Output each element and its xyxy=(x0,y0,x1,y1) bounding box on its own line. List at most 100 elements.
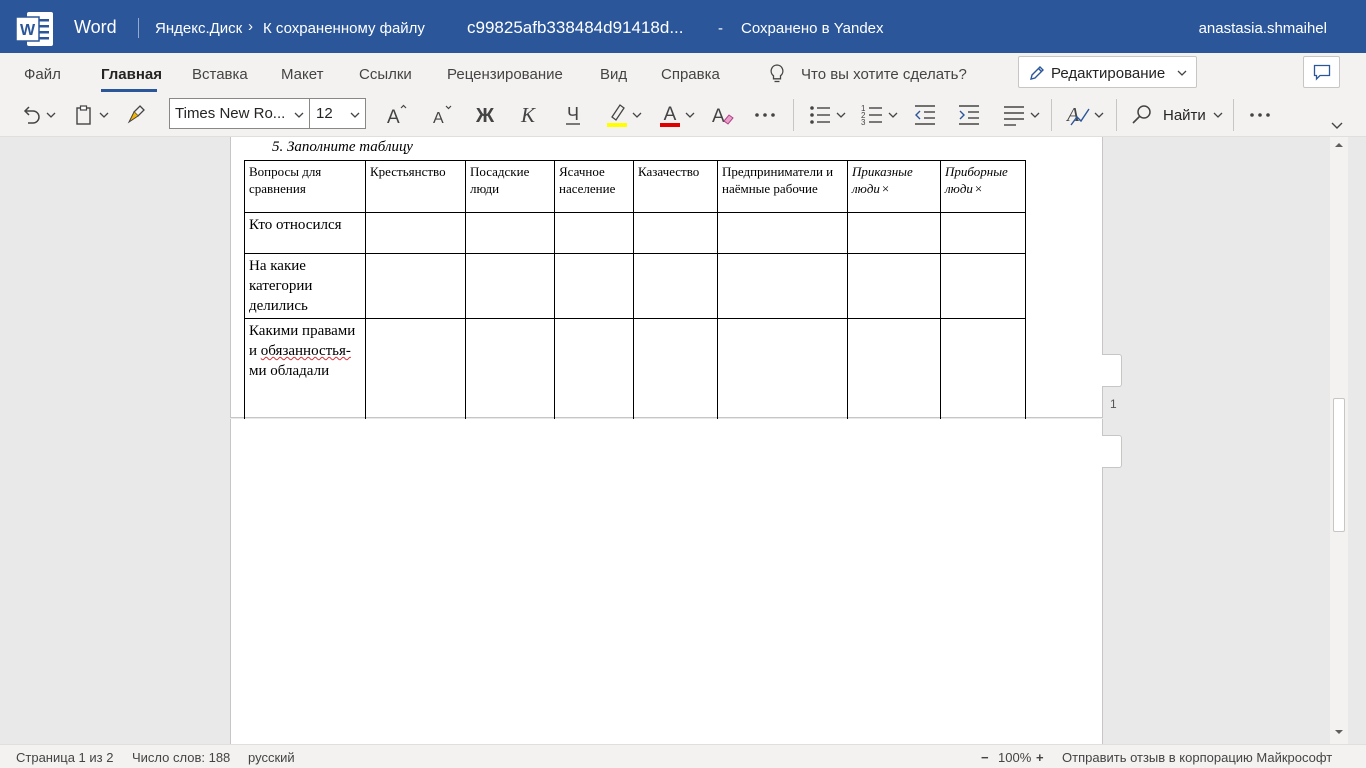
zoom-level[interactable]: 100% xyxy=(998,750,1031,765)
font-color-chevron-down-icon[interactable] xyxy=(684,101,696,129)
numbering-icon[interactable]: 1 2 3 xyxy=(860,101,884,129)
tab-file[interactable]: Файл xyxy=(24,66,61,83)
scroll-down-icon[interactable] xyxy=(1334,728,1344,736)
comments-button[interactable] xyxy=(1303,56,1340,88)
clipboard-icon[interactable] xyxy=(74,101,94,129)
table-cell[interactable] xyxy=(940,253,1026,319)
table-cell[interactable] xyxy=(365,318,466,420)
expand-ribbon-chevron-icon[interactable] xyxy=(1330,121,1344,131)
language-status[interactable]: русский xyxy=(248,750,295,765)
table-cell[interactable] xyxy=(847,318,941,420)
word-logo-icon[interactable]: W xyxy=(15,10,55,48)
bold-icon[interactable]: Ж xyxy=(472,101,498,129)
table-header-cell[interactable]: Предприниматели и наёмные рабочие xyxy=(717,160,848,213)
tab-home[interactable]: Главная xyxy=(101,66,162,83)
font-name-dropdown[interactable]: Times New Ro... xyxy=(169,98,310,129)
tab-review[interactable]: Рецензирование xyxy=(447,66,563,83)
table-cell[interactable] xyxy=(847,212,941,254)
align-chevron-down-icon[interactable] xyxy=(1029,101,1041,129)
zoom-in-button[interactable]: + xyxy=(1036,750,1044,765)
tell-me-search[interactable]: Что вы хотите сделать? xyxy=(801,66,967,83)
breadcrumb-saved-file-link[interactable]: К сохраненному файлу xyxy=(263,20,425,37)
scrollbar-thumb[interactable] xyxy=(1333,398,1345,532)
align-icon[interactable] xyxy=(1002,101,1026,129)
tab-help[interactable]: Справка xyxy=(661,66,720,83)
table-header-cell[interactable]: Крестьянство xyxy=(365,160,466,213)
table-cell[interactable] xyxy=(365,212,466,254)
table-cell[interactable] xyxy=(633,212,718,254)
table-cell[interactable] xyxy=(717,253,848,319)
comparison-table[interactable]: Вопросы для сравнения Крестьянство Посад… xyxy=(244,160,1026,420)
table-cell[interactable]: Кто относился xyxy=(244,212,366,254)
table-cell[interactable] xyxy=(465,253,555,319)
paste-chevron-down-icon[interactable] xyxy=(98,101,110,129)
table-header-cell[interactable]: Приказные люди × xyxy=(847,160,941,213)
table-cell[interactable] xyxy=(465,212,555,254)
scroll-up-icon[interactable] xyxy=(1334,141,1344,149)
decrease-indent-icon[interactable] xyxy=(913,101,937,129)
shrink-font-icon[interactable]: A xyxy=(431,101,455,129)
clear-formatting-icon[interactable]: A xyxy=(710,101,736,129)
table-cell[interactable] xyxy=(717,318,848,420)
underline-icon[interactable]: Ч xyxy=(560,101,586,129)
tab-references[interactable]: Ссылки xyxy=(359,66,412,83)
table-cell[interactable] xyxy=(847,253,941,319)
table-cell[interactable] xyxy=(633,318,718,420)
editing-mode-button[interactable]: Редактирование xyxy=(1018,56,1197,88)
table-header-cell[interactable]: Ясачное население xyxy=(554,160,634,213)
zoom-out-button[interactable]: − xyxy=(981,750,989,765)
table-cell[interactable] xyxy=(717,212,848,254)
font-size-dropdown[interactable]: 12 xyxy=(309,98,366,129)
format-painter-icon[interactable] xyxy=(126,101,148,129)
bullets-icon[interactable] xyxy=(808,101,832,129)
undo-chevron-down-icon[interactable] xyxy=(45,101,57,129)
page-margin-tab[interactable] xyxy=(1102,435,1122,468)
word-count-status[interactable]: Число слов: 188 xyxy=(132,750,230,765)
app-name[interactable]: Word xyxy=(74,17,117,38)
undo-icon[interactable] xyxy=(20,101,42,129)
numbering-chevron-down-icon[interactable] xyxy=(887,101,899,129)
font-color-icon[interactable]: A xyxy=(657,101,683,129)
feedback-link[interactable]: Отправить отзыв в корпорацию Майкрософт xyxy=(1062,750,1332,765)
table-cell[interactable] xyxy=(465,318,555,420)
bullets-chevron-down-icon[interactable] xyxy=(835,101,847,129)
document-page-1[interactable]: 5. Заполните таблицу Вопросы для сравнен… xyxy=(230,137,1103,420)
table-cell[interactable] xyxy=(554,253,634,319)
tab-layout[interactable]: Макет xyxy=(281,66,323,83)
document-name[interactable]: c99825afb338484d91418d... xyxy=(467,18,683,38)
table-cell[interactable]: На какие категории делились xyxy=(244,253,366,319)
document-heading[interactable]: 5. Заполните таблицу xyxy=(272,139,413,156)
spelling-error-word[interactable]: обязанностья- xyxy=(261,343,351,359)
more-options-icon[interactable] xyxy=(1248,101,1272,129)
table-header-cell[interactable]: Посадские люди xyxy=(465,160,555,213)
page-margin-tab[interactable] xyxy=(1102,354,1122,387)
italic-icon[interactable]: К xyxy=(515,101,541,129)
document-canvas[interactable]: 5. Заполните таблицу Вопросы для сравнен… xyxy=(0,137,1366,744)
save-status[interactable]: Сохранено в Yandex xyxy=(741,20,884,37)
table-header-cell[interactable]: Вопросы для сравнения xyxy=(244,160,366,213)
table-cell[interactable] xyxy=(633,253,718,319)
document-page-2[interactable] xyxy=(230,419,1103,744)
increase-indent-icon[interactable] xyxy=(957,101,981,129)
table-header-cell[interactable]: Приборные люди × xyxy=(940,160,1026,213)
table-header-cell[interactable]: Казачество xyxy=(633,160,718,213)
user-account[interactable]: anastasia.shmaihel xyxy=(1199,20,1327,37)
table-cell[interactable] xyxy=(554,212,634,254)
table-cell[interactable]: Какими правами и обязанностья-ми обладал… xyxy=(244,318,366,420)
table-cell[interactable] xyxy=(554,318,634,420)
page-count-status[interactable]: Страница 1 из 2 xyxy=(16,750,113,765)
vertical-scrollbar[interactable] xyxy=(1330,137,1348,744)
highlight-chevron-down-icon[interactable] xyxy=(631,101,643,129)
table-cell[interactable] xyxy=(365,253,466,319)
table-cell[interactable] xyxy=(940,318,1026,420)
tab-insert[interactable]: Вставка xyxy=(192,66,248,83)
lightbulb-icon[interactable] xyxy=(768,63,786,85)
styles-icon[interactable]: A xyxy=(1065,101,1091,129)
more-font-options-icon[interactable] xyxy=(753,101,777,129)
breadcrumb-yandex-disk[interactable]: Яндекс.Диск xyxy=(155,20,242,37)
find-chevron-down-icon[interactable] xyxy=(1212,101,1224,129)
highlighter-icon[interactable] xyxy=(604,101,630,129)
tab-view[interactable]: Вид xyxy=(600,66,627,83)
table-cell[interactable] xyxy=(940,212,1026,254)
find-button[interactable]: Найти xyxy=(1163,107,1206,124)
